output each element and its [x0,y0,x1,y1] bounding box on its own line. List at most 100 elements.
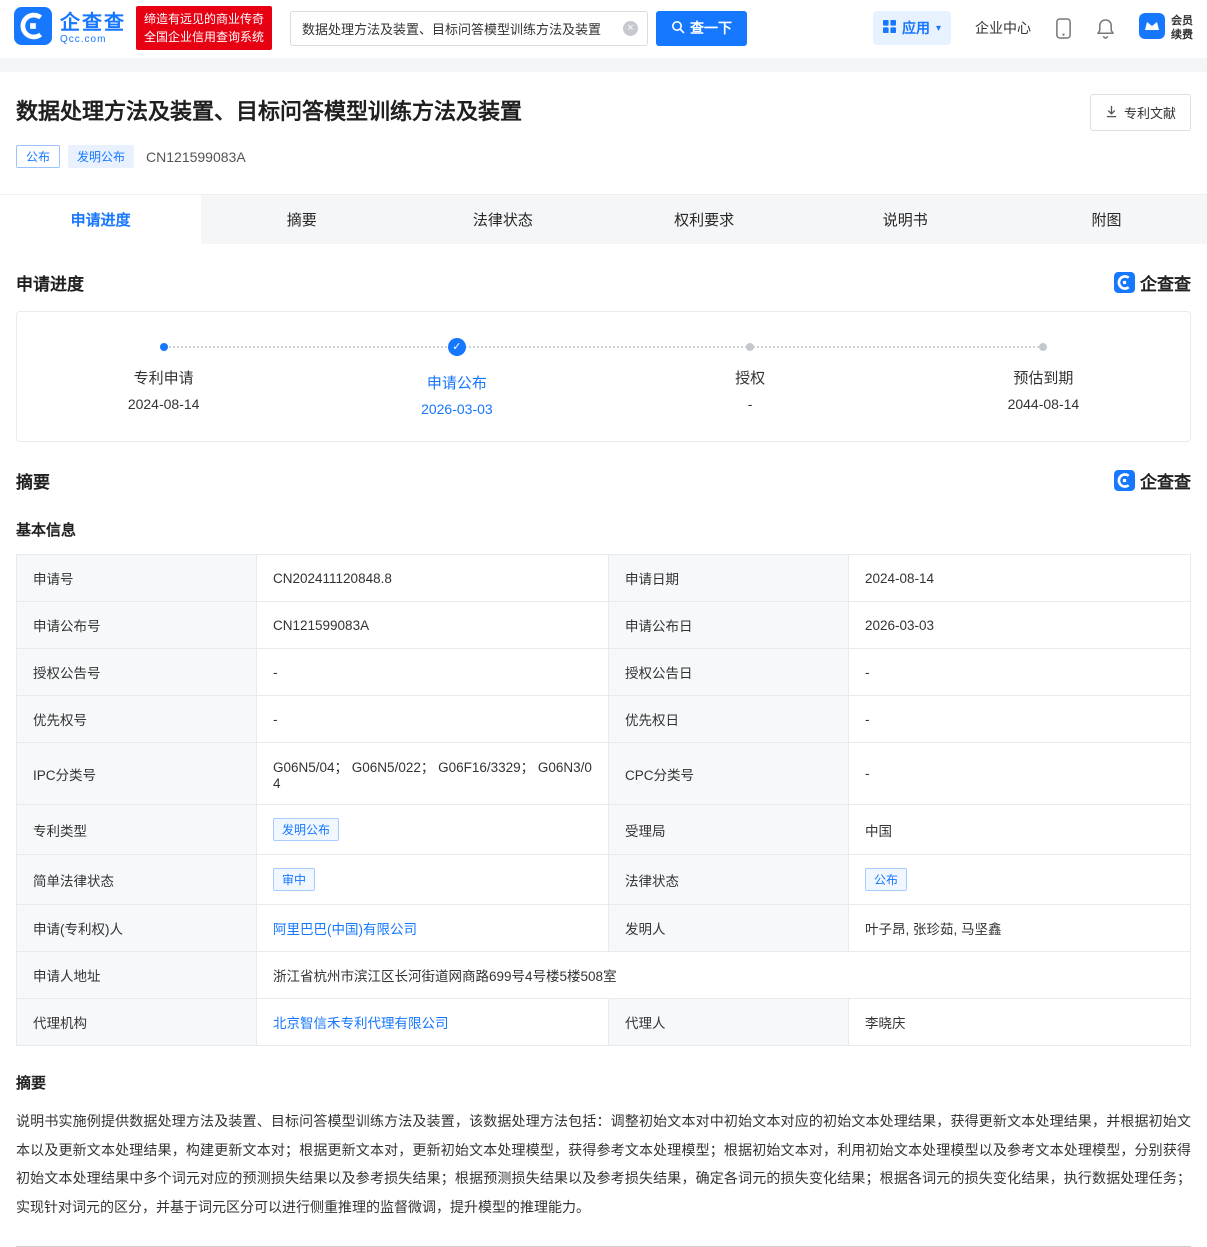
field-label: 授权公告日 [609,649,849,696]
check-icon: ✓ [448,338,466,356]
clear-icon[interactable]: × [623,21,638,36]
apps-menu[interactable]: 应用 ▾ [873,11,951,45]
field-value: - [849,649,1191,696]
progress-section-title: 申请进度 [16,270,84,295]
patent-type-tag: 发明公布 [273,818,339,841]
table-row: 申请公布号 CN121599083A 申请公布日 2026-03-03 [17,602,1191,649]
field-value: G06N5/04； G06N5/022； G06F16/3329； G06N3/… [257,743,609,805]
qcc-logo-icon [14,7,52,50]
application-progress-section: 申请进度 企查查 专利申请 2024-08-14 ✓ 申请公布 2026-03-… [0,244,1207,442]
qcc-watermark: 企查查 [1114,468,1191,493]
topbar: 企查查 Qcc.com 缔造有远见的商业传奇 全国企业信用查询系统 × 查一下 … [0,0,1207,58]
slogan-line2: 全国企业信用查询系统 [144,28,264,46]
slogan-badge: 缔造有远见的商业传奇 全国企业信用查询系统 [136,6,272,50]
field-label: 法律状态 [609,855,849,905]
page-title: 数据处理方法及装置、目标问答模型训练方法及装置 [16,94,522,126]
search-input[interactable] [300,20,623,37]
tab-legal-status[interactable]: 法律状态 [402,195,603,244]
search-button-label: 查一下 [690,18,732,38]
apps-label: 应用 [902,18,930,38]
field-label: 优先权号 [17,696,257,743]
publish-status-tag: 公布 [16,145,60,168]
table-row: 申请(专利权)人 阿里巴巴(中国)有限公司 发明人 叶子昂, 张珍茹, 马坚鑫 [17,905,1191,952]
field-value: - [849,743,1191,805]
field-value: - [257,696,609,743]
abstract-heading: 摘要 [16,1072,1191,1093]
timeline-step-publication: ✓ 申请公布 2026-03-03 [310,338,603,417]
applicant-link[interactable]: 阿里巴巴(中国)有限公司 [273,922,417,937]
tab-drawings[interactable]: 附图 [1006,195,1207,244]
header-divider [0,58,1207,72]
field-value: - [257,649,609,696]
field-label: 授权公告号 [17,649,257,696]
table-row: IPC分类号 G06N5/04； G06N5/022； G06F16/3329；… [17,743,1191,805]
qcc-logo[interactable]: 企查查 Qcc.com [14,7,126,50]
invention-publish-tag: 发明公布 [68,145,134,168]
field-label: IPC分类号 [17,743,257,805]
timeline-step-grant: 授权 - [604,338,897,417]
field-label: 简单法律状态 [17,855,257,905]
field-value: 叶子昂, 张珍茹, 马坚鑫 [849,905,1191,952]
tab-claims[interactable]: 权利要求 [604,195,805,244]
table-row: 申请号 CN202411120848.8 申请日期 2024-08-14 [17,555,1191,602]
field-label: 申请(专利权)人 [17,905,257,952]
field-value: 中国 [849,805,1191,855]
search-button[interactable]: 查一下 [656,11,747,46]
field-label: 申请公布号 [17,602,257,649]
table-row: 申请人地址 浙江省杭州市滨江区长河街道网商路699号4号楼5楼508室 [17,952,1191,999]
notification-bell-icon[interactable] [1096,18,1115,39]
field-label: 申请公布日 [609,602,849,649]
vip-icon [1139,13,1165,44]
timeline-card: 专利申请 2024-08-14 ✓ 申请公布 2026-03-03 授权 - 预… [16,311,1191,442]
field-value: - [849,696,1191,743]
field-value: 李晓庆 [849,999,1191,1046]
field-value: 北京智信禾专利代理有限公司 [257,999,609,1046]
abstract-text: 说明书实施例提供数据处理方法及装置、目标问答模型训练方法及装置，该数据处理方法包… [16,1107,1191,1222]
field-value: 阿里巴巴(中国)有限公司 [257,905,609,952]
tab-description[interactable]: 说明书 [805,195,1006,244]
field-label: 申请号 [17,555,257,602]
vip-renew-button[interactable]: 会员 续费 [1139,13,1193,44]
timeline-dot [746,343,754,351]
field-value: 2026-03-03 [849,602,1191,649]
field-label: 优先权日 [609,696,849,743]
vip-label-line2: 续费 [1171,28,1193,42]
mobile-phone-icon[interactable] [1055,18,1072,39]
download-icon [1105,105,1118,121]
timeline-step-expiry: 预估到期 2044-08-14 [897,338,1190,417]
search-icon [671,20,685,37]
table-row: 代理机构 北京智信禾专利代理有限公司 代理人 李晓庆 [17,999,1191,1046]
top-nav: 应用 ▾ 企业中心 会员 续费 [873,11,1193,45]
timeline-step-filing: 专利申请 2024-08-14 [17,338,310,417]
field-label: 申请人地址 [17,952,257,999]
timeline-dot [1039,343,1047,351]
field-value: 浙江省杭州市滨江区长河街道网商路699号4号楼5楼508室 [257,952,1191,999]
tab-abstract[interactable]: 摘要 [201,195,402,244]
patent-document-button[interactable]: 专利文献 [1090,94,1191,131]
search-bar: × 查一下 [290,11,747,46]
qcc-watermark-icon [1114,470,1135,491]
qcc-watermark-icon [1114,272,1135,293]
timeline-dot [160,343,168,351]
tabbar: 申请进度 摘要 法律状态 权利要求 说明书 附图 [0,194,1207,244]
agency-link[interactable]: 北京智信禾专利代理有限公司 [273,1016,449,1031]
table-row: 授权公告号 - 授权公告日 - [17,649,1191,696]
table-row: 简单法律状态 审中 法律状态 公布 [17,855,1191,905]
patent-number: CN121599083A [146,149,246,165]
tab-application-progress[interactable]: 申请进度 [0,195,201,244]
vip-label-line1: 会员 [1171,14,1193,28]
basic-info-table: 申请号 CN202411120848.8 申请日期 2024-08-14 申请公… [16,554,1191,1046]
patent-document-label: 专利文献 [1124,103,1176,122]
field-value: 审中 [257,855,609,905]
field-label: CPC分类号 [609,743,849,805]
field-value: CN121599083A [257,602,609,649]
logo-text: 企查查 [60,12,126,34]
field-value: 发明公布 [257,805,609,855]
title-section: 数据处理方法及装置、目标问答模型训练方法及装置 专利文献 公布 发明公布 CN1… [0,72,1207,168]
field-label: 受理局 [609,805,849,855]
field-label: 代理人 [609,999,849,1046]
table-row: 优先权号 - 优先权日 - [17,696,1191,743]
table-row: 专利类型 发明公布 受理局 中国 [17,805,1191,855]
enterprise-center-link[interactable]: 企业中心 [975,18,1031,38]
field-value: CN202411120848.8 [257,555,609,602]
